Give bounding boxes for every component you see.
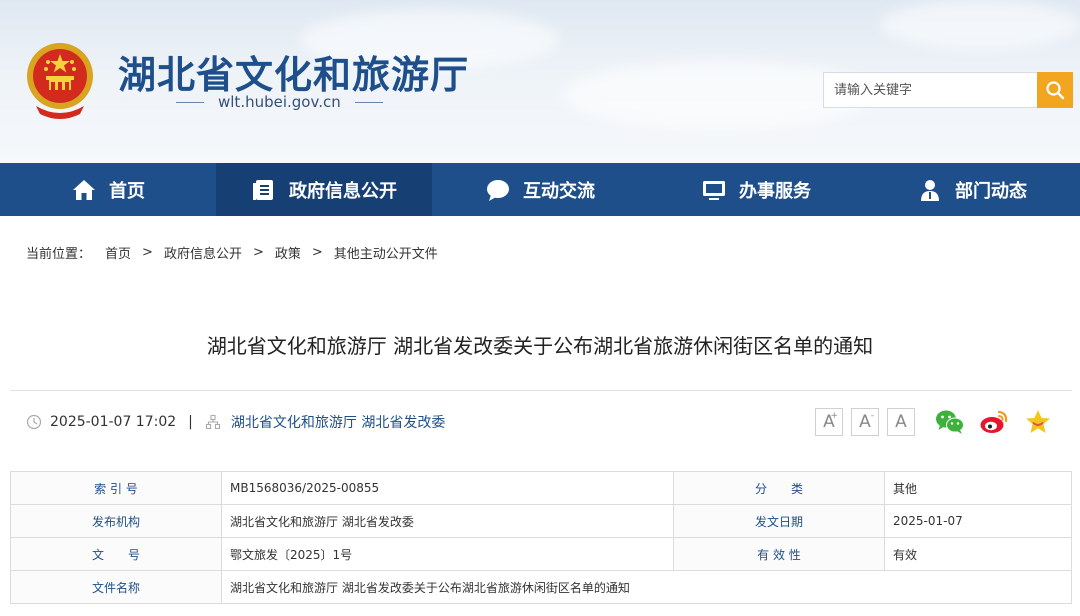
font-size-controls: A + A- A <box>815 408 915 436</box>
breadcrumb-separator: > <box>311 245 323 260</box>
search-input[interactable] <box>823 72 1037 108</box>
favorite-star-icon <box>1026 410 1050 433</box>
issue-date-value: 2025-01-07 <box>884 504 1072 538</box>
font-reset-button[interactable]: A <box>887 408 915 436</box>
search-button[interactable] <box>1037 72 1073 108</box>
breadcrumb-gov-info[interactable]: 政府信息公开 <box>164 243 242 262</box>
validity-label: 有 效 性 <box>673 537 885 571</box>
title-divider <box>10 390 1072 391</box>
table-row: 发布机构 湖北省文化和旅游厅 湖北省发改委 发文日期 2025-01-07 <box>10 504 1072 538</box>
weibo-icon <box>980 410 1008 433</box>
domain-line-right <box>354 101 383 103</box>
document-number-value: 鄂文旅发〔2025〕1号 <box>221 537 674 571</box>
national-emblem-icon <box>27 43 93 119</box>
chat-bubble-icon <box>487 179 509 201</box>
nav-item-gov-info[interactable]: 政府信息公开 <box>216 163 432 216</box>
nav-item-services[interactable]: 办事服务 <box>648 163 864 216</box>
weibo-share-button[interactable] <box>978 406 1010 438</box>
article-meta: 2025-01-07 17:02 | 湖北省文化和旅游厅 湖北省发改委 <box>26 412 445 432</box>
site-header: 湖北省文化和旅游厅 wlt.hubei.gov.cn <box>0 0 1080 163</box>
table-row: 文件名称 湖北省文化和旅游厅 湖北省发改委关于公布湖北省旅游休闲街区名单的通知 <box>10 570 1072 604</box>
clock-icon <box>26 414 42 430</box>
category-value: 其他 <box>884 471 1072 505</box>
nav-item-label: 首页 <box>109 180 145 202</box>
font-decrease-mark: - <box>870 411 874 421</box>
issuer-value: 湖北省文化和旅游厅 湖北省发改委 <box>221 504 674 538</box>
breadcrumb-separator: > <box>142 245 153 260</box>
document-name-value: 湖北省文化和旅游厅 湖北省发改委关于公布湖北省旅游休闲街区名单的通知 <box>221 570 1072 604</box>
nav-item-label: 互动交流 <box>523 180 595 202</box>
nav-item-dept-news[interactable]: 部门动态 <box>864 163 1080 216</box>
breadcrumb-other-files[interactable]: 其他主动公开文件 <box>334 243 438 262</box>
font-decrease-button[interactable]: A- <box>851 408 879 436</box>
home-icon <box>73 179 95 200</box>
publish-datetime: 2025-01-07 17:02 <box>50 414 177 430</box>
monitor-icon <box>703 180 725 200</box>
site-domain: wlt.hubei.gov.cn <box>176 93 383 111</box>
validity-value: 有效 <box>884 537 1072 571</box>
category-label: 分 类 <box>673 471 885 505</box>
org-structure-icon <box>205 414 220 430</box>
article-title: 湖北省文化和旅游厅 湖北省发改委关于公布湖北省旅游休闲街区名单的通知 <box>206 334 874 358</box>
nav-item-home[interactable]: 首页 <box>0 163 216 216</box>
table-row: 索 引 号 MB1568036/2025-00855 分 类 其他 <box>10 471 1072 505</box>
publisher-link[interactable]: 湖北省文化和旅游厅 湖北省发改委 <box>231 412 445 432</box>
index-number-value: MB1568036/2025-00855 <box>221 471 674 505</box>
nav-item-interaction[interactable]: 互动交流 <box>432 163 648 216</box>
nav-item-label: 办事服务 <box>739 180 811 202</box>
favorite-button[interactable] <box>1022 406 1054 438</box>
breadcrumb-policy[interactable]: 政策 <box>275 243 301 262</box>
search-box <box>823 72 1073 108</box>
domain-line-left <box>176 101 204 103</box>
breadcrumb-prefix: 当前位置： <box>26 247 92 262</box>
document-icon <box>253 179 273 200</box>
breadcrumb-separator: > <box>252 245 264 260</box>
breadcrumb-home[interactable]: 首页 <box>105 243 131 262</box>
main-nav: 首页 政府信息公开 互动交流 办事服务 部门动态 <box>0 163 1080 216</box>
share-icons <box>934 406 1054 438</box>
nav-item-label: 部门动态 <box>955 180 1027 202</box>
issue-date-label: 发文日期 <box>673 504 885 538</box>
site-domain-text: wlt.hubei.gov.cn <box>218 93 341 111</box>
issuer-label: 发布机构 <box>10 504 222 538</box>
header-cloud <box>880 0 1080 50</box>
document-name-label: 文件名称 <box>10 570 222 604</box>
font-reset-label: A <box>895 412 907 432</box>
breadcrumb: 当前位置： 首页 > 政府信息公开 > 政策 > 其他主动公开文件 <box>26 243 438 262</box>
document-info-table: 索 引 号 MB1568036/2025-00855 分 类 其他 发布机构 湖… <box>10 471 1072 604</box>
table-row: 文 号 鄂文旅发〔2025〕1号 有 效 性 有效 <box>10 537 1072 571</box>
person-icon <box>921 179 939 201</box>
document-number-label: 文 号 <box>10 537 222 571</box>
meta-separator: | <box>188 414 193 430</box>
site-title: 湖北省文化和旅游厅 <box>118 53 470 97</box>
wechat-icon <box>936 410 964 434</box>
font-decrease-label: A <box>859 412 871 432</box>
wechat-share-button[interactable] <box>934 406 966 438</box>
search-icon <box>1046 81 1065 100</box>
index-number-label: 索 引 号 <box>10 471 222 505</box>
font-increase-button[interactable]: A + <box>815 408 843 436</box>
font-increase-mark: + <box>830 411 838 421</box>
nav-item-label: 政府信息公开 <box>289 180 397 202</box>
